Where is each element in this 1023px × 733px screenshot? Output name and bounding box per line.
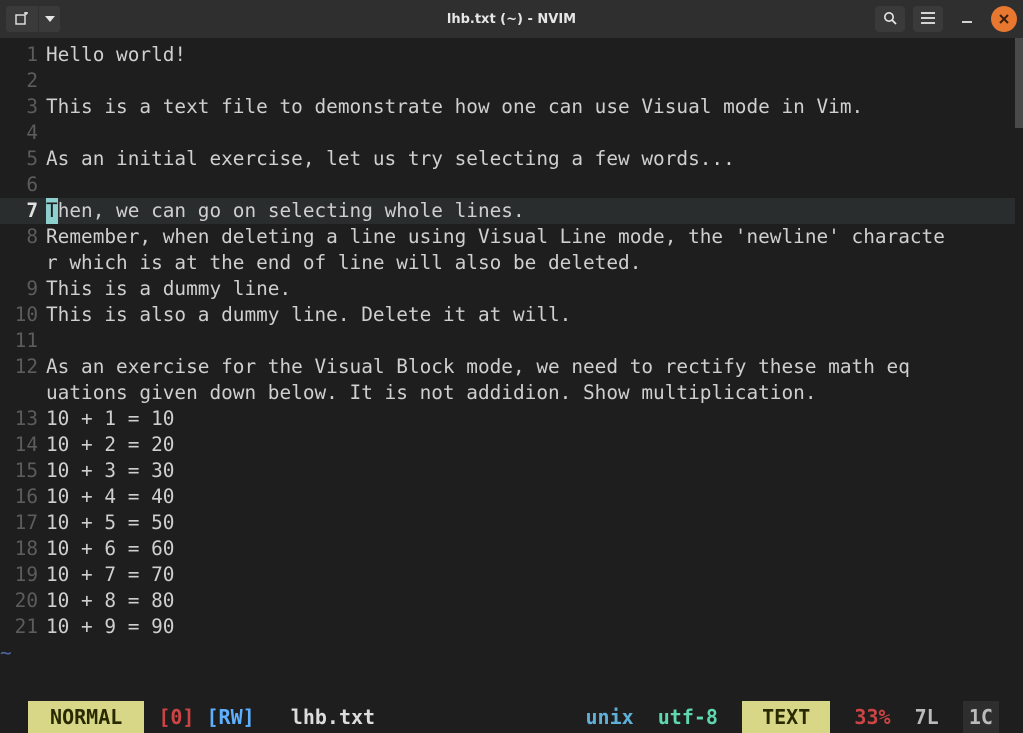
editor-pane[interactable]: 1Hello world!23This is a text file to de… — [0, 38, 1023, 701]
line-number: 4 — [0, 120, 46, 146]
minimize-button[interactable] — [951, 6, 983, 32]
line-number: 20 — [0, 588, 46, 614]
line-number: 7 — [0, 198, 46, 224]
line-text[interactable]: 10 + 8 = 80 — [46, 588, 1023, 614]
search-button[interactable] — [875, 6, 905, 32]
line-number: 18 — [0, 536, 46, 562]
mode-indicator: NORMAL — [28, 701, 144, 733]
search-icon — [883, 11, 897, 28]
percent-position: 33% — [854, 701, 890, 733]
end-of-buffer-tilde: ~ — [0, 640, 46, 666]
window-title: lhb.txt (~) - NVIM — [447, 12, 576, 27]
line-text[interactable]: 10 + 5 = 50 — [46, 510, 1023, 536]
line-text[interactable]: r which is at the end of line will also … — [46, 250, 1023, 276]
editor-line[interactable]: 6 — [0, 172, 1023, 198]
line-number: 19 — [0, 562, 46, 588]
line-text[interactable]: uations given down below. It is not addi… — [46, 380, 1023, 406]
line-number: 1 — [0, 42, 46, 68]
editor-line[interactable]: 1910 + 7 = 70 — [0, 562, 1023, 588]
line-text[interactable]: 10 + 7 = 70 — [46, 562, 1023, 588]
editor-line[interactable]: 1710 + 5 = 50 — [0, 510, 1023, 536]
line-number: 3 — [0, 94, 46, 120]
filename: lhb.txt — [291, 701, 375, 733]
line-number — [0, 250, 46, 276]
line-text[interactable]: This is a dummy line. — [46, 276, 1023, 302]
line-text[interactable]: 10 + 2 = 20 — [46, 432, 1023, 458]
line-number: 13 — [0, 406, 46, 432]
line-number: 2 — [0, 68, 46, 94]
editor-line[interactable]: 3This is a text file to demonstrate how … — [0, 94, 1023, 120]
line-number: 8 — [0, 224, 46, 250]
column-position: 1C — [963, 701, 999, 733]
editor-line-wrap[interactable]: r which is at the end of line will also … — [0, 250, 1023, 276]
editor-line[interactable]: 7Then, we can go on selecting whole line… — [0, 198, 1023, 224]
editor-line[interactable]: 1810 + 6 = 60 — [0, 536, 1023, 562]
editor-line-wrap[interactable]: uations given down below. It is not addi… — [0, 380, 1023, 406]
status-line: NORMAL [0] [RW] lhb.txt unix utf-8 TEXT … — [0, 701, 1023, 733]
tab-dropdown-button[interactable] — [38, 6, 60, 32]
line-position: 7L — [915, 701, 939, 733]
editor-line[interactable]: 1310 + 1 = 10 — [0, 406, 1023, 432]
line-text[interactable]: 10 + 6 = 60 — [46, 536, 1023, 562]
git-status: [0] — [158, 701, 194, 733]
line-text[interactable] — [46, 328, 1023, 354]
editor-line[interactable]: 4 — [0, 120, 1023, 146]
scrollbar-track[interactable] — [1015, 38, 1023, 701]
editor-line[interactable]: 10This is also a dummy line. Delete it a… — [0, 302, 1023, 328]
new-tab-button[interactable] — [6, 6, 38, 32]
line-number: 15 — [0, 458, 46, 484]
line-number: 21 — [0, 614, 46, 640]
line-text[interactable]: 10 + 9 = 90 — [46, 614, 1023, 640]
line-number: 17 — [0, 510, 46, 536]
line-number: 10 — [0, 302, 46, 328]
editor-line[interactable]: 8Remember, when deleting a line using Vi… — [0, 224, 1023, 250]
line-text[interactable]: 10 + 1 = 10 — [46, 406, 1023, 432]
line-number: 16 — [0, 484, 46, 510]
line-text[interactable]: This is a text file to demonstrate how o… — [46, 94, 1023, 120]
line-text[interactable]: Remember, when deleting a line using Vis… — [46, 224, 1023, 250]
editor-line[interactable]: 2110 + 9 = 90 — [0, 614, 1023, 640]
cursor: T — [46, 198, 58, 224]
editor-line[interactable]: 2010 + 8 = 80 — [0, 588, 1023, 614]
line-text[interactable]: As an initial exercise, let us try selec… — [46, 146, 1023, 172]
editor-line[interactable]: 1610 + 4 = 40 — [0, 484, 1023, 510]
editor-line[interactable]: 9This is a dummy line. — [0, 276, 1023, 302]
hamburger-icon — [921, 12, 935, 27]
line-text[interactable]: Then, we can go on selecting whole lines… — [46, 198, 1023, 224]
line-text[interactable]: 10 + 4 = 40 — [46, 484, 1023, 510]
line-text[interactable] — [46, 120, 1023, 146]
file-format: unix — [585, 701, 633, 733]
line-number — [0, 380, 46, 406]
minimize-icon — [961, 12, 973, 27]
editor-line[interactable]: 5As an initial exercise, let us try sele… — [0, 146, 1023, 172]
close-button[interactable] — [991, 6, 1017, 32]
editor-line[interactable]: 11 — [0, 328, 1023, 354]
file-encoding: utf-8 — [658, 701, 718, 733]
scrollbar-thumb[interactable] — [1015, 38, 1023, 128]
close-icon — [998, 13, 1010, 25]
filetype: TEXT — [742, 701, 830, 733]
line-text[interactable] — [46, 68, 1023, 94]
editor-line[interactable]: 1Hello world! — [0, 42, 1023, 68]
line-number: 11 — [0, 328, 46, 354]
readwrite-indicator: [RW] — [207, 701, 255, 733]
line-number: 14 — [0, 432, 46, 458]
line-text[interactable]: This is also a dummy line. Delete it at … — [46, 302, 1023, 328]
line-text[interactable] — [46, 172, 1023, 198]
editor-line[interactable]: 1510 + 3 = 30 — [0, 458, 1023, 484]
menu-button[interactable] — [913, 6, 943, 32]
window-titlebar: lhb.txt (~) - NVIM — [0, 0, 1023, 38]
line-number: 6 — [0, 172, 46, 198]
line-number: 9 — [0, 276, 46, 302]
editor-line[interactable]: 1410 + 2 = 20 — [0, 432, 1023, 458]
line-number: 5 — [0, 146, 46, 172]
line-text[interactable]: As an exercise for the Visual Block mode… — [46, 354, 1023, 380]
line-number: 12 — [0, 354, 46, 380]
line-text[interactable]: Hello world! — [46, 42, 1023, 68]
line-text[interactable]: 10 + 3 = 30 — [46, 458, 1023, 484]
editor-line[interactable]: 12As an exercise for the Visual Block mo… — [0, 354, 1023, 380]
editor-line[interactable]: 2 — [0, 68, 1023, 94]
